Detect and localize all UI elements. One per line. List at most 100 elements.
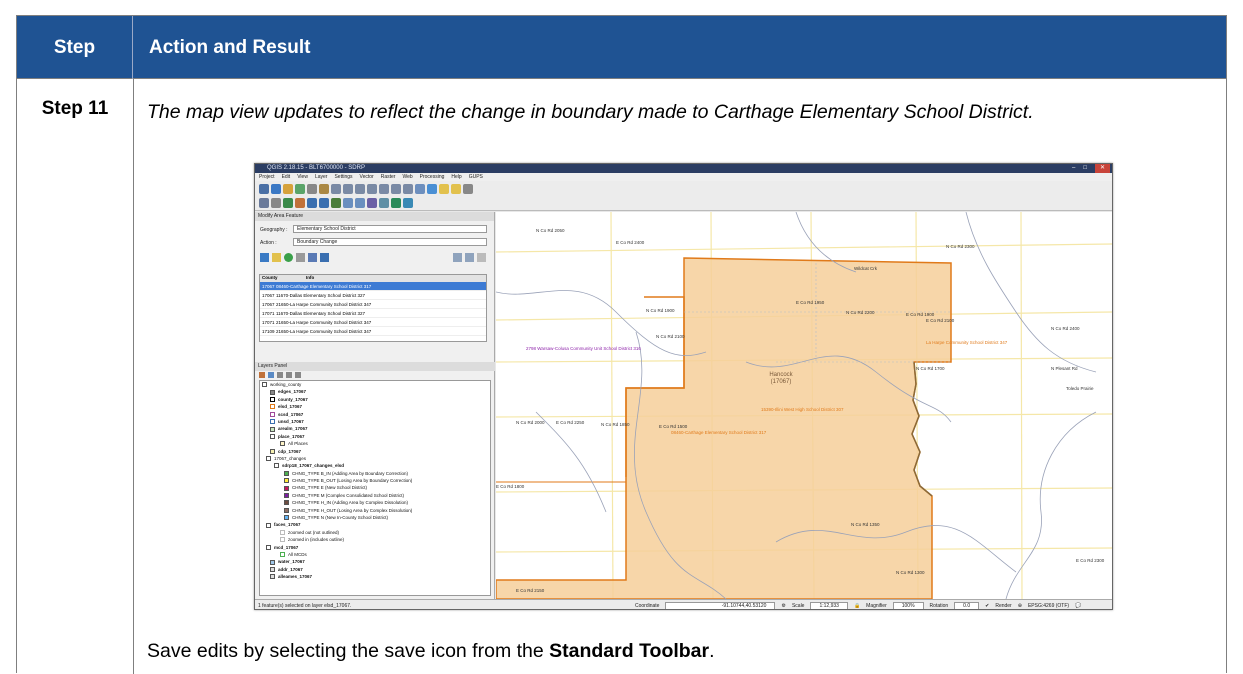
save-icon[interactable] (271, 183, 281, 194)
modify-attr-icon[interactable] (296, 253, 305, 262)
magnifier-field[interactable]: 100% (892, 602, 924, 609)
modify-save-icon[interactable] (260, 253, 269, 262)
expand-icon[interactable] (286, 372, 292, 378)
measure-line-icon[interactable] (259, 198, 269, 208)
layer-item[interactable]: zoomed out (not outlined) (260, 529, 490, 536)
zoom-last-icon[interactable] (391, 183, 401, 194)
layer-item[interactable]: scsd_17067 (260, 411, 490, 418)
help-icon[interactable] (403, 198, 413, 208)
layer-item[interactable]: county_17067 (260, 396, 490, 403)
modify-next-icon[interactable] (320, 253, 329, 262)
coordinate-field[interactable]: -91.10744,40.53120 (665, 602, 776, 609)
layer-item[interactable]: CHNG_TYPE B_IN (Adding Area by Boundary … (260, 470, 490, 477)
crs-icon[interactable]: ⊕ (1018, 600, 1022, 609)
table-row[interactable]: 17067 11670-Dallas Elementary School Dist… (260, 291, 486, 300)
table-row[interactable]: 17071 11670-Dallas Elementary School Dist… (260, 309, 486, 318)
lock-scale-icon[interactable]: 🔒 (854, 600, 860, 609)
scale-icon[interactable]: ⚙ (781, 600, 785, 609)
pan-to-selection-icon[interactable] (319, 183, 329, 194)
modify-add-icon[interactable] (284, 253, 293, 262)
open-icon[interactable] (283, 183, 293, 194)
menu-project[interactable]: Project (259, 173, 275, 181)
edit-icon[interactable] (343, 198, 353, 208)
new-project-icon[interactable] (259, 183, 269, 194)
menu-help[interactable]: Help (451, 173, 461, 181)
add-group-icon[interactable] (268, 372, 274, 378)
zoom-in-icon[interactable] (331, 183, 341, 194)
validate-icon[interactable] (367, 198, 377, 208)
zoom-next-icon[interactable] (403, 183, 413, 194)
table-row[interactable]: 17109 21650-La Harpe Community School Dis… (260, 327, 486, 336)
measure-icon[interactable] (463, 183, 473, 194)
close-icon[interactable]: ✕ (1094, 164, 1110, 173)
filter-icon[interactable] (277, 372, 283, 378)
menu-edit[interactable]: Edit (282, 173, 291, 181)
layer-item[interactable]: CHNG_TYPE H_IN (Adding Area by Complex D… (260, 499, 490, 506)
query-icon[interactable] (331, 198, 341, 208)
review-icon[interactable] (355, 198, 365, 208)
layer-item[interactable]: faces_17067 (260, 521, 490, 528)
layer-item[interactable]: water_17067 (260, 558, 490, 565)
menu-web[interactable]: Web (402, 173, 412, 181)
messages-icon[interactable]: 💬 (1075, 600, 1081, 609)
table-row[interactable]: 17067 08460-Carthage Elementary School Di… (260, 282, 486, 291)
globe-icon[interactable] (307, 198, 317, 208)
undo-icon[interactable] (271, 198, 281, 208)
crs-label[interactable]: EPSG:4269 (OTF) (1028, 600, 1069, 609)
modify-prev-icon[interactable] (308, 253, 317, 262)
zoom-selection-icon[interactable] (379, 183, 389, 194)
map-canvas[interactable]: N Co Rd 2050 E Co Rd 2400 N Co Rd 2300 E… (495, 211, 1112, 600)
menu-view[interactable]: View (297, 173, 308, 181)
export-icon[interactable] (379, 198, 389, 208)
identify-icon[interactable] (427, 183, 437, 194)
grid-view-icon[interactable] (465, 253, 474, 262)
touch-icon[interactable] (307, 183, 317, 194)
table-row[interactable]: 17071 21650-La Harpe Community School Dis… (260, 318, 486, 327)
layer-item[interactable]: unsd_17067 (260, 418, 490, 425)
style-icon[interactable] (259, 372, 265, 378)
layer-checkbox[interactable] (262, 382, 267, 388)
menu-raster[interactable]: Raster (381, 173, 396, 181)
clear-icon[interactable] (477, 253, 486, 262)
label-icon[interactable] (283, 198, 293, 208)
zoom-full-icon[interactable] (355, 183, 365, 194)
refresh-icon[interactable] (415, 183, 425, 194)
refresh-map-icon[interactable] (319, 198, 329, 208)
layer-item[interactable]: CHNG_TYPE M (Complex Consolidated School… (260, 492, 490, 499)
zoom-layer-icon[interactable] (367, 183, 377, 194)
layer-item[interactable]: 17067_changes (260, 455, 490, 462)
layer-item[interactable]: cdp_17067 (260, 448, 490, 455)
geography-select[interactable]: Elementary School District (293, 225, 487, 233)
layer-item[interactable]: arealm_17067 (260, 425, 490, 432)
action-select[interactable]: Boundary Change (293, 238, 487, 246)
layer-item[interactable]: zoomed in (includes outline) (260, 536, 490, 543)
menu-gups[interactable]: GUPS (469, 173, 483, 181)
modify-select-icon[interactable] (272, 253, 281, 262)
render-checkbox[interactable]: ✔ (985, 600, 989, 609)
collapse-icon[interactable] (295, 372, 301, 378)
select-icon[interactable] (439, 183, 449, 194)
table-row[interactable]: 17067 21650-La Harpe Community School Dis… (260, 300, 486, 309)
rotation-field[interactable]: 0.0 (954, 602, 980, 609)
pan-icon[interactable] (295, 183, 305, 194)
table-view-icon[interactable] (453, 253, 462, 262)
layer-item[interactable]: CHNG_TYPE N (New In-County School Distri… (260, 514, 490, 521)
deselect-icon[interactable] (451, 183, 461, 194)
layer-item[interactable]: CHNG_TYPE B_OUT (Losing Area by Boundary… (260, 477, 490, 484)
zoom-out-icon[interactable] (343, 183, 353, 194)
minimize-icon[interactable]: – (1072, 164, 1075, 173)
layer-item[interactable]: All MCDs (260, 551, 490, 558)
layer-item[interactable]: sdrp18_17067_changes_elsd (260, 462, 490, 469)
layer-item[interactable]: elsd_17067 (260, 403, 490, 410)
layer-item[interactable]: mcd_17067 (260, 544, 490, 551)
maximize-icon[interactable]: □ (1083, 164, 1087, 173)
layer-item[interactable]: All Places (260, 440, 490, 447)
menu-settings[interactable]: Settings (334, 173, 352, 181)
layer-item[interactable]: CHNG_TYPE H_OUT (Losing Area by Complex … (260, 507, 490, 514)
menu-vector[interactable]: Vector (360, 173, 374, 181)
layer-item[interactable]: alleames_17067 (260, 573, 490, 580)
label-move-icon[interactable] (295, 198, 305, 208)
scale-select[interactable]: 1:12,933 (810, 602, 848, 609)
layer-item[interactable]: edges_17067 (260, 388, 490, 395)
layer-item[interactable]: addr_17067 (260, 566, 490, 573)
